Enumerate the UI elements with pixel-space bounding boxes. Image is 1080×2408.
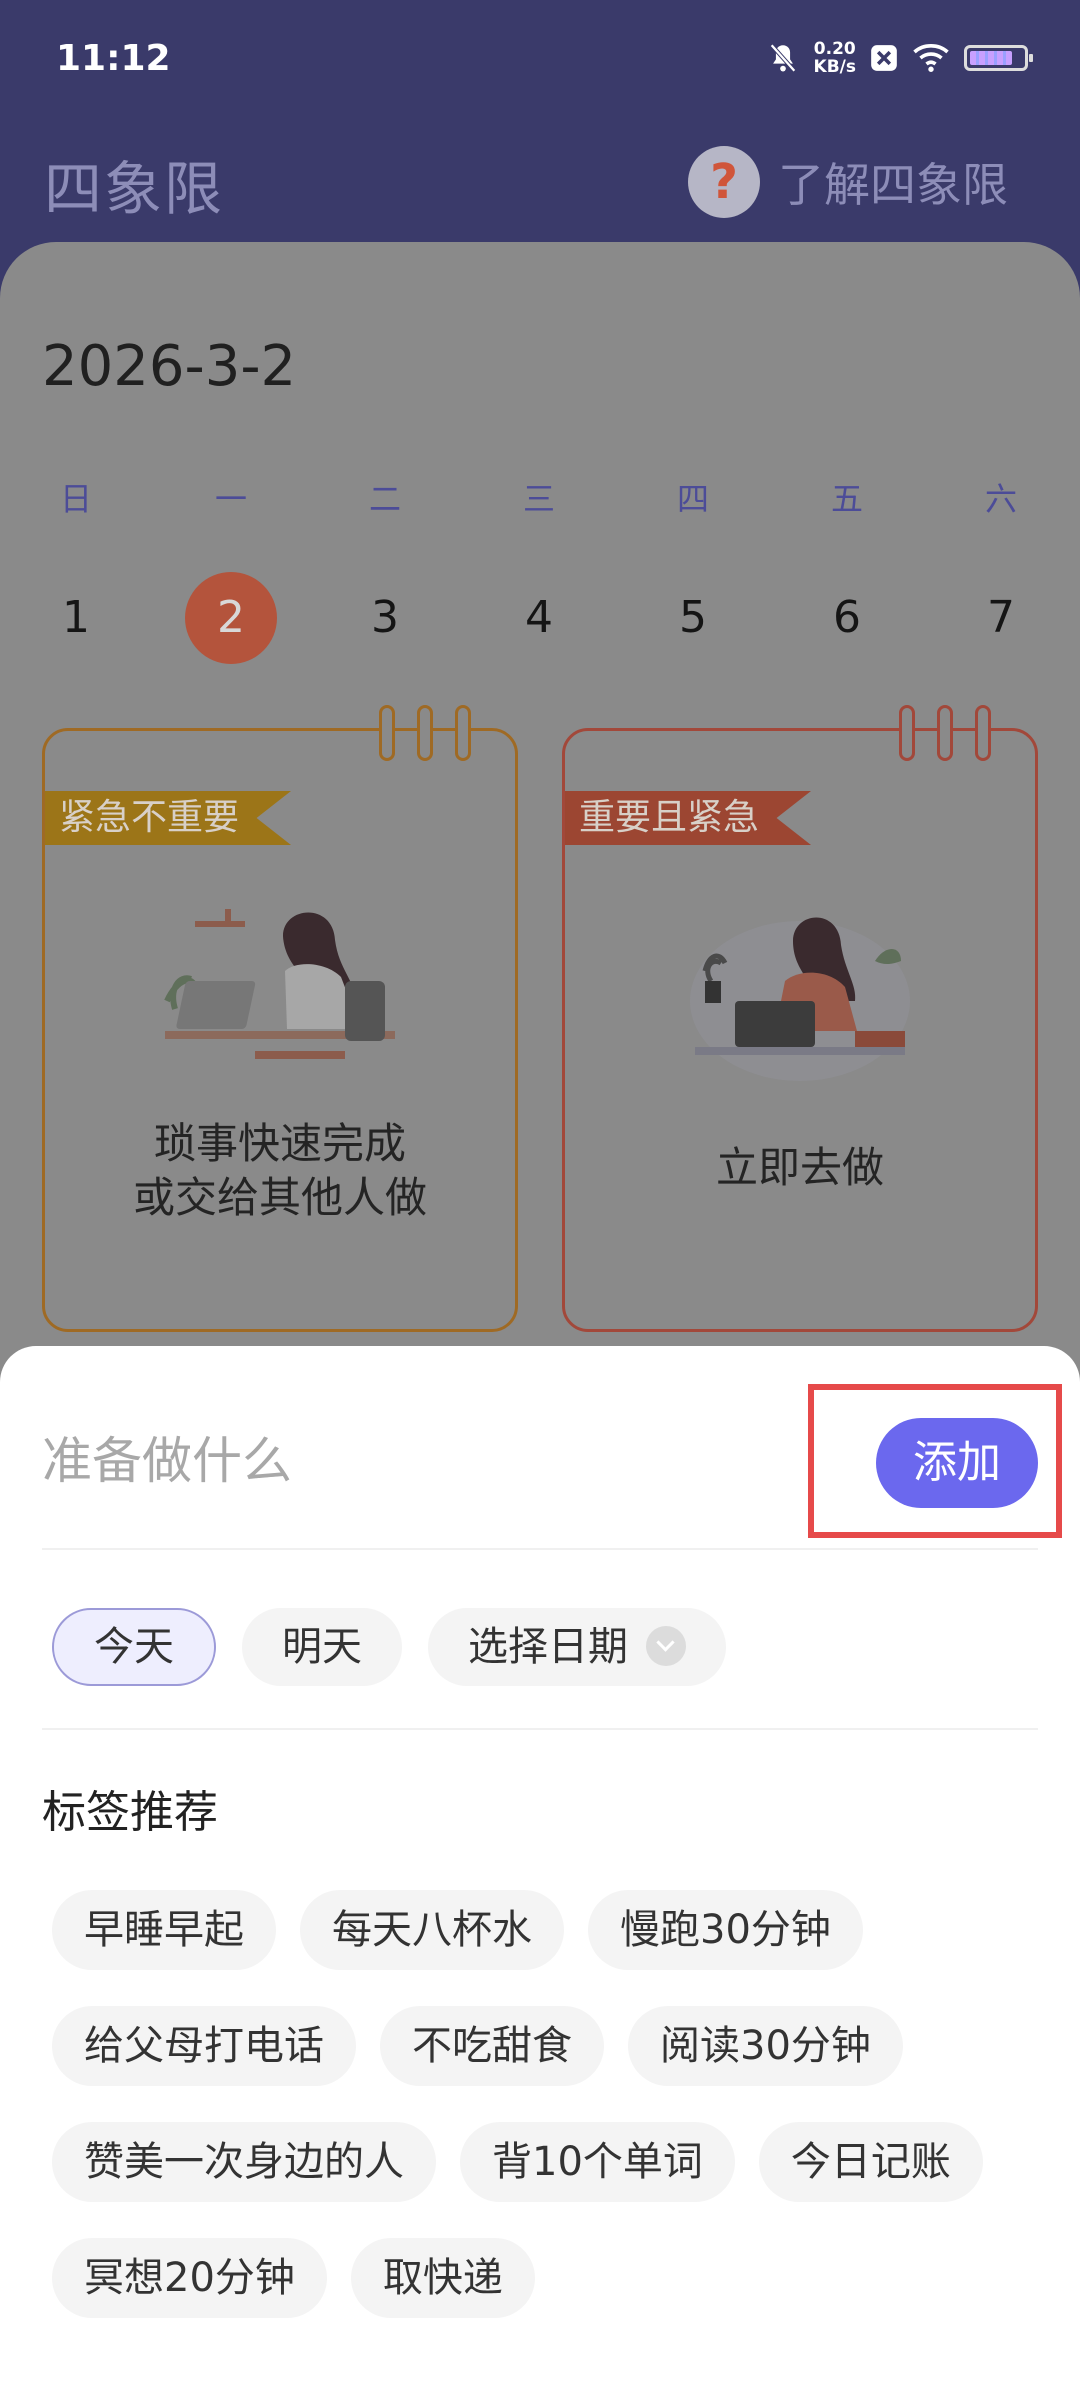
stressed-woman-illustration: [690, 917, 910, 1081]
network-speed-unit: KB/s: [813, 57, 856, 77]
tag-chip[interactable]: 赞美一次身边的人: [52, 2122, 436, 2202]
question-icon[interactable]: ?: [688, 146, 760, 218]
day-cell[interactable]: 5: [647, 572, 739, 664]
quadrant-desc-line: 立即去做: [715, 1143, 884, 1192]
tag-chip[interactable]: 冥想20分钟: [52, 2238, 327, 2318]
weekday-label: 六: [984, 480, 1017, 518]
quadrant-tag: 紧急不重要: [45, 791, 292, 845]
weekday-label: 日: [59, 480, 92, 518]
day-cell-selected[interactable]: 2: [185, 572, 277, 664]
recommended-tags: 早睡早起 每天八杯水 慢跑30分钟 给父母打电话 不吃甜食 阅读30分钟 赞美一…: [52, 1890, 1042, 2318]
weekday-label: 五: [830, 480, 863, 518]
pick-date-label: 选择日期: [468, 1624, 628, 1670]
date-option-tomorrow[interactable]: 明天: [242, 1608, 402, 1686]
tag-chip[interactable]: 给父母打电话: [52, 2006, 356, 2086]
tags-section-title: 标签推荐: [42, 1787, 218, 1838]
app-header: 四象限 ? 了解四象限: [0, 120, 1080, 240]
chevron-down-icon: [646, 1626, 686, 1666]
date-option-today[interactable]: 今天: [52, 1608, 216, 1686]
weekday-label: 四: [676, 480, 709, 518]
tag-chip[interactable]: 取快递: [350, 2238, 535, 2318]
help-label[interactable]: 了解四象限: [778, 149, 1008, 215]
page-title: 四象限: [44, 155, 225, 223]
tag-chip[interactable]: 阅读30分钟: [628, 2006, 903, 2086]
network-speed-value: 0.20: [813, 39, 856, 59]
woman-on-phone-illustration: [164, 909, 395, 1059]
tag-chip[interactable]: 背10个单词: [460, 2122, 735, 2202]
current-date: 2026-3-2: [42, 334, 297, 399]
status-time: 11:12: [56, 38, 171, 79]
day-cell[interactable]: 3: [339, 572, 431, 664]
weekday-label: 二: [368, 480, 401, 518]
quadrant-desc-line: 或交给其他人做: [132, 1173, 427, 1222]
day-cell[interactable]: 6: [801, 572, 893, 664]
status-icons: 0.20 KB/s: [766, 40, 1033, 76]
battery-icon: [964, 45, 1033, 71]
add-task-sheet: 添加 今天 明天 选择日期 标签推荐 早睡早起 每天八杯水 慢跑30分钟 给父母…: [0, 1346, 1080, 2408]
mute-bell-icon: [769, 43, 796, 73]
divider: [42, 1728, 1038, 1730]
weekday-label: 三: [522, 480, 555, 518]
tag-chip[interactable]: 不吃甜食: [380, 2006, 604, 2086]
weekday-label: 一: [214, 480, 247, 518]
divider: [42, 1548, 1038, 1550]
tag-chip[interactable]: 早睡早起: [52, 1890, 276, 1970]
wifi-icon: [913, 44, 949, 72]
network-speed: 0.20 KB/s: [814, 40, 856, 76]
quadrant-tag: 重要且紧急: [565, 791, 812, 845]
date-option-pick-date[interactable]: 选择日期: [428, 1608, 726, 1686]
quadrant-urgent-not-important[interactable]: 紧急不重要 琐事快速完成 或交给其他人做: [42, 705, 518, 1332]
binder-rings: [899, 705, 991, 761]
day-cell[interactable]: 4: [493, 572, 585, 664]
tag-chip[interactable]: 每天八杯水: [300, 1890, 564, 1970]
task-input[interactable]: [42, 1406, 802, 1516]
date-options: 今天 明天 选择日期: [52, 1608, 726, 1686]
binder-rings: [379, 705, 471, 761]
help-link[interactable]: ? 了解四象限: [688, 146, 1008, 218]
tag-chip[interactable]: 慢跑30分钟: [588, 1890, 863, 1970]
main-content: 2026-3-2 日 一 二 三 四 五 六 1 2 3 4 5 6 7 紧急不…: [0, 242, 1080, 1442]
day-cell[interactable]: 1: [30, 572, 122, 664]
weekday-row: 日 一 二 三 四 五 六: [0, 474, 1080, 524]
day-cell[interactable]: 7: [955, 572, 1047, 664]
quadrant-important-and-urgent[interactable]: 重要且紧急 立即去做: [562, 705, 1038, 1332]
status-bar: 11:12 0.20 KB/s: [0, 0, 1080, 120]
day-row: 1 2 3 4 5 6 7: [0, 572, 1080, 664]
quadrant-desc-line: 琐事快速完成: [153, 1119, 406, 1168]
tag-chip[interactable]: 今日记账: [758, 2122, 983, 2202]
app-notification-icon: [871, 45, 897, 71]
annotation-highlight-box: [808, 1384, 1062, 1538]
